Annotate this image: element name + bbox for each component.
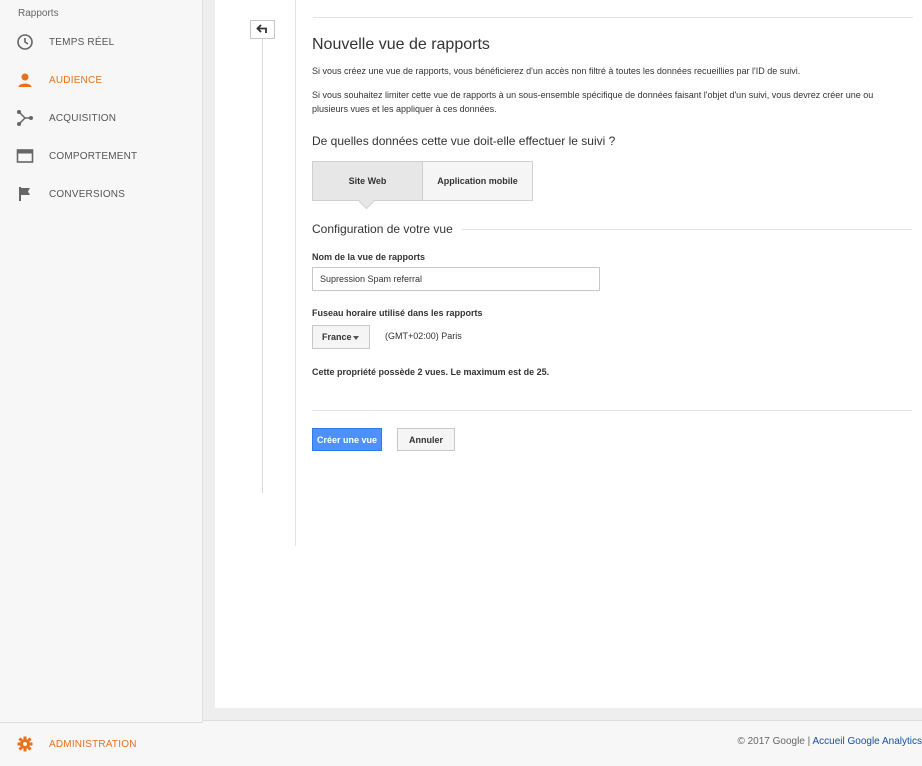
views-count-note: Cette propriété possède 2 vues. Le maxim… — [312, 367, 550, 377]
cancel-button[interactable]: Annuler — [397, 428, 455, 451]
caret-down-icon — [353, 336, 359, 340]
sidebar-item-label: TEMPS RÉEL — [49, 36, 115, 48]
timeline-line — [262, 39, 263, 493]
sidebar-item-comportement[interactable]: COMPORTEMENT — [0, 139, 203, 173]
flag-icon — [14, 183, 36, 205]
sidebar-item-label: COMPORTEMENT — [49, 150, 138, 162]
page-title: Nouvelle vue de rapports — [312, 36, 490, 53]
person-icon — [14, 69, 36, 91]
admin-bar: ADMINISTRATION — [0, 722, 203, 766]
sidebar-heading: Rapports — [18, 8, 59, 19]
sidebar-item-label: CONVERSIONS — [49, 188, 126, 200]
copyright: © 2017 Google | — [737, 736, 813, 747]
country-select[interactable]: France — [312, 325, 370, 349]
sidebar-item-label: AUDIENCE — [49, 74, 103, 86]
footer: © 2017 Google | Accueil Google Analytics — [203, 720, 922, 766]
footer-text: © 2017 Google | Accueil Google Analytics — [737, 736, 922, 747]
behavior-icon — [14, 145, 36, 167]
divider — [312, 410, 912, 411]
country-select-value: France — [322, 332, 352, 342]
sidebar-item-temps-reel[interactable]: TEMPS RÉEL — [0, 25, 203, 59]
divider — [313, 17, 913, 18]
view-name-input[interactable] — [312, 267, 600, 291]
back-button[interactable] — [250, 20, 275, 39]
data-type-tabs: Site Web Application mobile — [312, 161, 533, 201]
sidebar-item-conversions[interactable]: CONVERSIONS — [0, 177, 203, 211]
sidebar-item-label: ADMINISTRATION — [49, 738, 137, 750]
tracking-question: De quelles données cette vue doit-elle e… — [312, 134, 616, 148]
acquisition-icon — [14, 107, 36, 129]
clock-icon — [14, 31, 36, 53]
sidebar-item-audience[interactable]: AUDIENCE — [0, 63, 203, 97]
gear-icon — [14, 733, 36, 755]
divider — [462, 229, 912, 230]
sidebar: Rapports TEMPS RÉEL AUDIENCE ACQUISITION… — [0, 0, 203, 766]
back-arrow-icon — [255, 21, 270, 39]
footer-home-link[interactable]: Accueil Google Analytics — [812, 736, 922, 747]
sidebar-item-administration[interactable]: ADMINISTRATION — [0, 727, 203, 761]
divider — [295, 0, 296, 546]
tab-site-web[interactable]: Site Web — [313, 162, 423, 200]
sidebar-item-acquisition[interactable]: ACQUISITION — [0, 101, 203, 135]
timezone-label: Fuseau horaire utilisé dans les rapports — [312, 308, 483, 318]
view-name-label: Nom de la vue de rapports — [312, 252, 426, 262]
tab-application-mobile[interactable]: Application mobile — [423, 162, 532, 200]
section-title: Configuration de votre vue — [312, 222, 453, 236]
timezone-value: (GMT+02:00) Paris — [385, 331, 462, 341]
sidebar-item-label: ACQUISITION — [49, 112, 117, 124]
intro-text-2: Si vous souhaitez limiter cette vue de r… — [312, 90, 874, 114]
create-view-button[interactable]: Créer une vue — [312, 428, 382, 451]
intro-text-1: Si vous créez une vue de rapports, vous … — [312, 66, 801, 76]
